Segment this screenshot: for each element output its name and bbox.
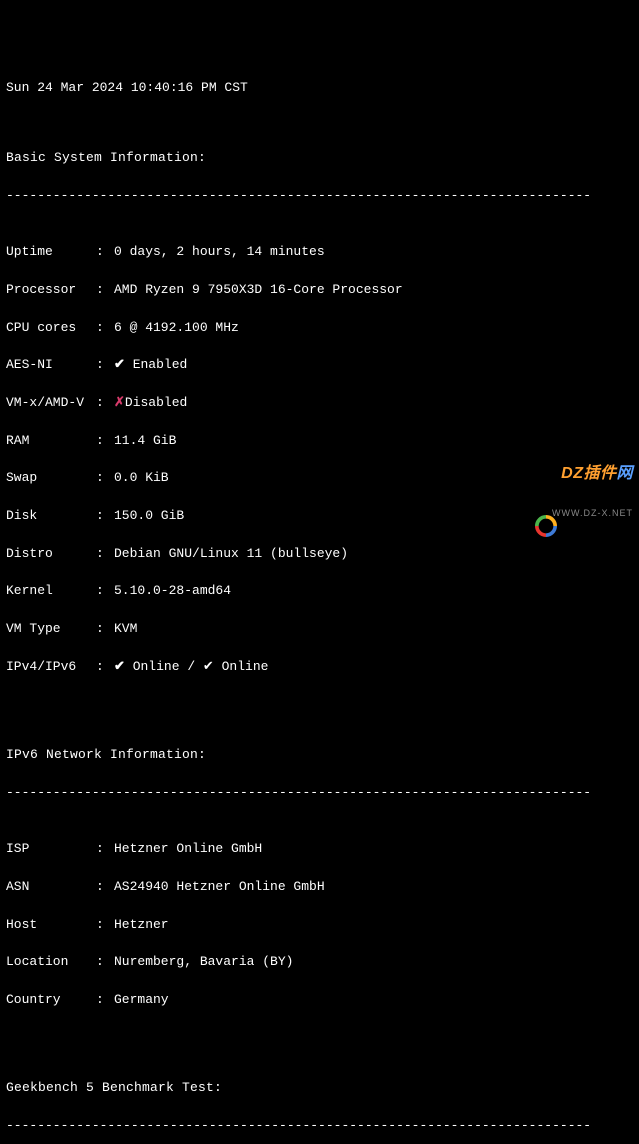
row-distro: Distro: Debian GNU/Linux 11 (bullseye) (6, 545, 633, 564)
divider: ----------------------------------------… (6, 784, 633, 803)
timestamp: Sun 24 Mar 2024 10:40:16 PM CST (6, 79, 633, 98)
divider: ----------------------------------------… (6, 187, 633, 206)
row-asn: ASN: AS24940 Hetzner Online GmbH (6, 878, 633, 897)
label-virt: VM-x/AMD-V (6, 394, 96, 413)
colon: : (96, 432, 114, 451)
cross-icon: ✗ (114, 394, 125, 413)
divider: ----------------------------------------… (6, 1117, 633, 1136)
check-icon: ✔ (114, 658, 125, 677)
label-aes-ni: AES-NI (6, 356, 96, 375)
colon: : (96, 507, 114, 526)
row-uptime: Uptime: 0 days, 2 hours, 14 minutes (6, 243, 633, 262)
label-disk: Disk (6, 507, 96, 526)
colon: : (96, 878, 114, 897)
colon: : (96, 394, 114, 413)
value-cpu-cores: 6 @ 4192.100 MHz (114, 319, 239, 338)
value-uptime: 0 days, 2 hours, 14 minutes (114, 243, 325, 262)
colon: : (96, 582, 114, 601)
label-ipv4-ipv6: IPv4/IPv6 (6, 658, 96, 677)
colon: : (96, 658, 114, 677)
label-country: Country (6, 991, 96, 1010)
label-vm-type: VM Type (6, 620, 96, 639)
colon: : (96, 991, 114, 1010)
value-country: Germany (114, 991, 169, 1010)
row-location: Location: Nuremberg, Bavaria (BY) (6, 953, 633, 972)
row-ipv4-ipv6: IPv4/IPv6: ✔ Online / ✔ Online (6, 658, 633, 677)
section-geekbench-title: Geekbench 5 Benchmark Test: (6, 1079, 633, 1098)
colon: : (96, 916, 114, 935)
label-swap: Swap (6, 469, 96, 488)
row-virt: VM-x/AMD-V: ✗Disabled (6, 394, 633, 413)
label-asn: ASN (6, 878, 96, 897)
label-kernel: Kernel (6, 582, 96, 601)
value-disk: 150.0 GiB (114, 507, 184, 526)
row-ram: RAM: 11.4 GiB (6, 432, 633, 451)
row-host: Host: Hetzner (6, 916, 633, 935)
colon: : (96, 953, 114, 972)
value-host: Hetzner (114, 916, 169, 935)
value-aes-ni: Enabled (125, 356, 187, 375)
row-cpu-cores: CPU cores: 6 @ 4192.100 MHz (6, 319, 633, 338)
colon: : (96, 469, 114, 488)
row-country: Country: Germany (6, 991, 633, 1010)
row-aes-ni: AES-NI: ✔ Enabled (6, 356, 633, 375)
colon: : (96, 620, 114, 639)
row-swap: Swap: 0.0 KiB (6, 469, 633, 488)
colon: : (96, 319, 114, 338)
value-virt: Disabled (125, 394, 187, 413)
value-swap: 0.0 KiB (114, 469, 169, 488)
label-ram: RAM (6, 432, 96, 451)
value-kernel: 5.10.0-28-amd64 (114, 582, 231, 601)
value-ram: 11.4 GiB (114, 432, 176, 451)
label-uptime: Uptime (6, 243, 96, 262)
check-icon: ✔ (114, 356, 125, 375)
label-cpu-cores: CPU cores (6, 319, 96, 338)
value-isp: Hetzner Online GmbH (114, 840, 262, 859)
row-kernel: Kernel: 5.10.0-28-amd64 (6, 582, 633, 601)
value-ipv4-ipv6: Online / ✔ Online (125, 658, 269, 677)
value-asn: AS24940 Hetzner Online GmbH (114, 878, 325, 897)
section-ipv6-title: IPv6 Network Information: (6, 746, 633, 765)
value-distro: Debian GNU/Linux 11 (bullseye) (114, 545, 348, 564)
colon: : (96, 356, 114, 375)
colon: : (96, 243, 114, 262)
label-location: Location (6, 953, 96, 972)
row-vm-type: VM Type: KVM (6, 620, 633, 639)
value-location: Nuremberg, Bavaria (BY) (114, 953, 293, 972)
value-vm-type: KVM (114, 620, 137, 639)
row-isp: ISP: Hetzner Online GmbH (6, 840, 633, 859)
label-distro: Distro (6, 545, 96, 564)
label-host: Host (6, 916, 96, 935)
label-isp: ISP (6, 840, 96, 859)
row-disk: Disk: 150.0 GiB (6, 507, 633, 526)
section-basic-title: Basic System Information: (6, 149, 633, 168)
colon: : (96, 281, 114, 300)
colon: : (96, 840, 114, 859)
colon: : (96, 545, 114, 564)
label-processor: Processor (6, 281, 96, 300)
value-processor: AMD Ryzen 9 7950X3D 16-Core Processor (114, 281, 403, 300)
row-processor: Processor: AMD Ryzen 9 7950X3D 16-Core P… (6, 281, 633, 300)
